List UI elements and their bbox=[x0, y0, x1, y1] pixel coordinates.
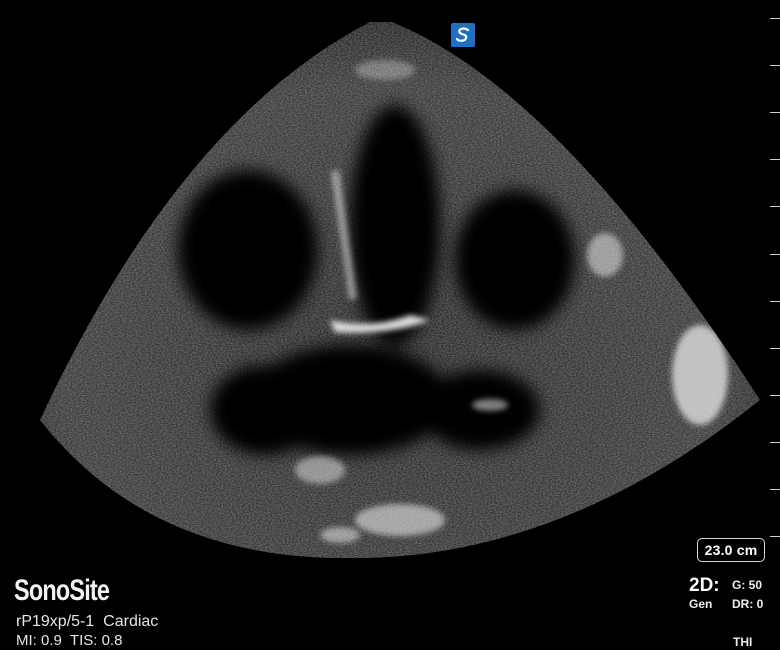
depth-tick bbox=[770, 489, 780, 490]
acoustic-power-readout: MI: 0.9 TIS: 0.8 bbox=[16, 632, 123, 649]
depth-tick bbox=[770, 395, 780, 396]
depth-tick bbox=[770, 442, 780, 443]
depth-tick bbox=[770, 159, 780, 160]
depth-readout: 23.0 cm bbox=[697, 538, 765, 562]
imaging-mode-label: 2D: bbox=[689, 575, 720, 596]
depth-scale bbox=[766, 18, 780, 548]
echo-sector-image bbox=[40, 22, 760, 559]
depth-tick bbox=[770, 65, 780, 66]
imaging-mode-optimization: Gen bbox=[689, 597, 713, 611]
gain-readout: G: 50 bbox=[732, 578, 763, 592]
depth-tick bbox=[770, 112, 780, 113]
thi-indicator: THI bbox=[733, 635, 753, 649]
depth-tick bbox=[770, 301, 780, 302]
sonosite-s-logo-icon bbox=[451, 23, 475, 47]
depth-tick bbox=[770, 254, 780, 255]
depth-tick bbox=[770, 348, 780, 349]
dynamic-range-readout: DR: 0 bbox=[732, 597, 764, 611]
depth-tick bbox=[770, 536, 780, 537]
depth-tick bbox=[770, 18, 780, 19]
depth-tick bbox=[770, 206, 780, 207]
ultrasound-screen: 23.0 cm SonoSite rP19xp/5-1 Cardiac MI: … bbox=[0, 0, 780, 650]
brand-logo: SonoSite bbox=[14, 574, 110, 607]
probe-preset-label: rP19xp/5-1 Cardiac bbox=[16, 613, 159, 630]
